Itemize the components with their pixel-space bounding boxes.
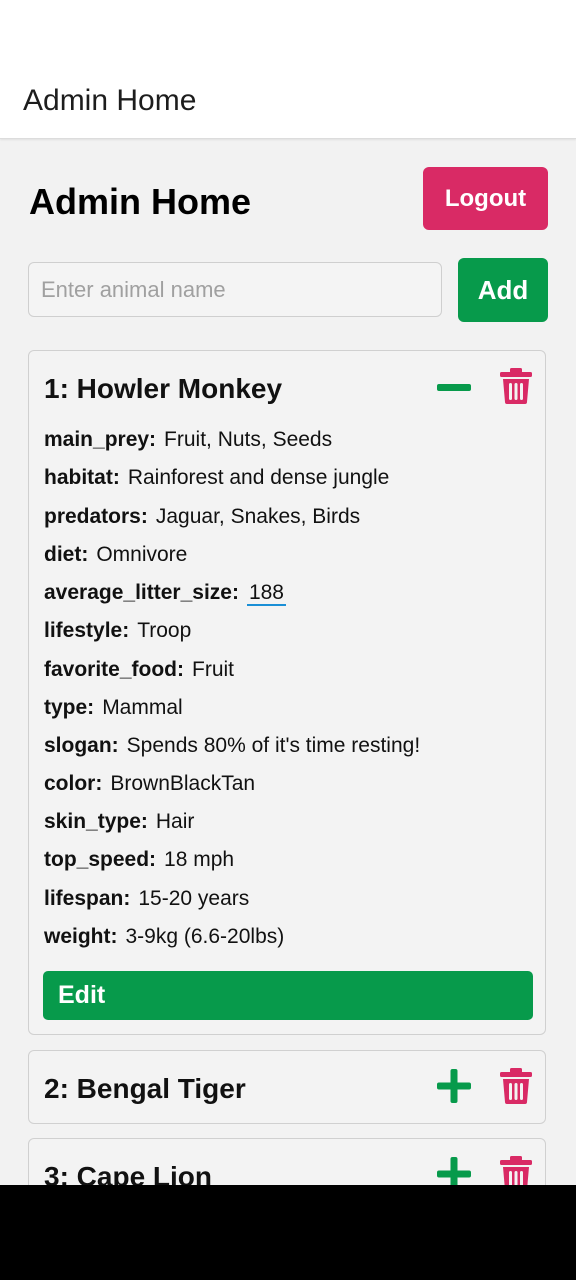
field-key: main_prey: xyxy=(44,428,157,451)
animal-card: 2: Bengal Tiger xyxy=(28,1050,546,1124)
field-value: Rainforest and dense jungle xyxy=(127,466,390,489)
add-button[interactable]: Add xyxy=(458,258,548,322)
field-key: top_speed: xyxy=(44,848,157,871)
field-row: main_prey: Fruit, Nuts, Seeds xyxy=(44,428,332,452)
field-row: predators: Jaguar, Snakes, Birds xyxy=(44,505,360,529)
field-row: type: Mammal xyxy=(44,696,183,720)
animal-title: 2: Bengal Tiger xyxy=(44,1073,246,1104)
animal-card: 1: Howler Monkey main_prey: Fruit, Nuts, … xyxy=(28,350,546,1035)
trash-icon[interactable] xyxy=(496,1066,536,1106)
field-key: weight: xyxy=(44,925,118,948)
edit-button[interactable]: Edit xyxy=(43,971,533,1020)
plus-icon[interactable] xyxy=(434,1154,474,1185)
field-key: slogan: xyxy=(44,734,119,757)
app-bar-title: Admin Home xyxy=(23,84,197,117)
field-row: habitat: Rainforest and dense jungle xyxy=(44,466,389,490)
field-row: favorite_food: Fruit xyxy=(44,658,234,682)
field-key: skin_type: xyxy=(44,810,148,833)
animal-title: 1: Howler Monkey xyxy=(44,373,283,404)
field-row: average_litter_size: 188 xyxy=(44,581,286,606)
page-title: Admin Home xyxy=(29,181,252,222)
field-key: average_litter_size: xyxy=(44,581,239,604)
field-value: BrownBlackTan xyxy=(110,772,256,795)
field-key: favorite_food: xyxy=(44,658,185,681)
plus-icon[interactable] xyxy=(434,1066,474,1106)
field-row: skin_type: Hair xyxy=(44,810,194,834)
field-key: habitat: xyxy=(44,466,120,489)
field-key: predators: xyxy=(44,505,148,528)
field-row: weight: 3-9kg (6.6-20lbs) xyxy=(44,925,284,949)
field-row: diet: Omnivore xyxy=(44,543,187,567)
field-value: Jaguar, Snakes, Birds xyxy=(155,505,361,528)
field-value: Spends 80% of it's time resting! xyxy=(126,734,421,757)
logout-button[interactable]: Logout xyxy=(423,167,548,230)
field-row: color: BrownBlackTan xyxy=(44,772,255,796)
app-bar: Admin Home xyxy=(0,0,576,139)
field-value: 3-9kg (6.6-20lbs) xyxy=(125,925,285,948)
field-value: 15-20 years xyxy=(138,887,250,910)
field-value: Fruit xyxy=(192,658,235,681)
animal-card: 3: Cape Lion xyxy=(28,1138,546,1185)
field-row: lifespan: 15-20 years xyxy=(44,887,249,911)
field-row: lifestyle: Troop xyxy=(44,619,191,643)
field-row: top_speed: 18 mph xyxy=(44,848,234,872)
animal-name-input[interactable] xyxy=(28,262,442,317)
app-screen: Admin Home Admin Home Logout Add 1: Howl… xyxy=(0,0,576,1185)
field-value: Mammal xyxy=(102,696,183,719)
field-value-link[interactable]: 188 xyxy=(246,581,286,606)
field-key: lifespan: xyxy=(44,887,131,910)
field-value: Omnivore xyxy=(96,543,188,566)
field-row: slogan: Spends 80% of it's time resting! xyxy=(44,734,420,758)
trash-icon[interactable] xyxy=(496,1154,536,1185)
field-value: Fruit, Nuts, Seeds xyxy=(164,428,333,451)
trash-icon[interactable] xyxy=(496,366,536,406)
minus-icon[interactable] xyxy=(434,368,474,408)
field-value: 18 mph xyxy=(164,848,235,871)
field-key: diet: xyxy=(44,543,89,566)
field-value: Hair xyxy=(155,810,195,833)
field-key: lifestyle: xyxy=(44,619,130,642)
animal-title: 3: Cape Lion xyxy=(44,1161,213,1185)
field-value: Troop xyxy=(137,619,192,642)
field-key: color: xyxy=(44,772,103,795)
field-key: type: xyxy=(44,696,95,719)
